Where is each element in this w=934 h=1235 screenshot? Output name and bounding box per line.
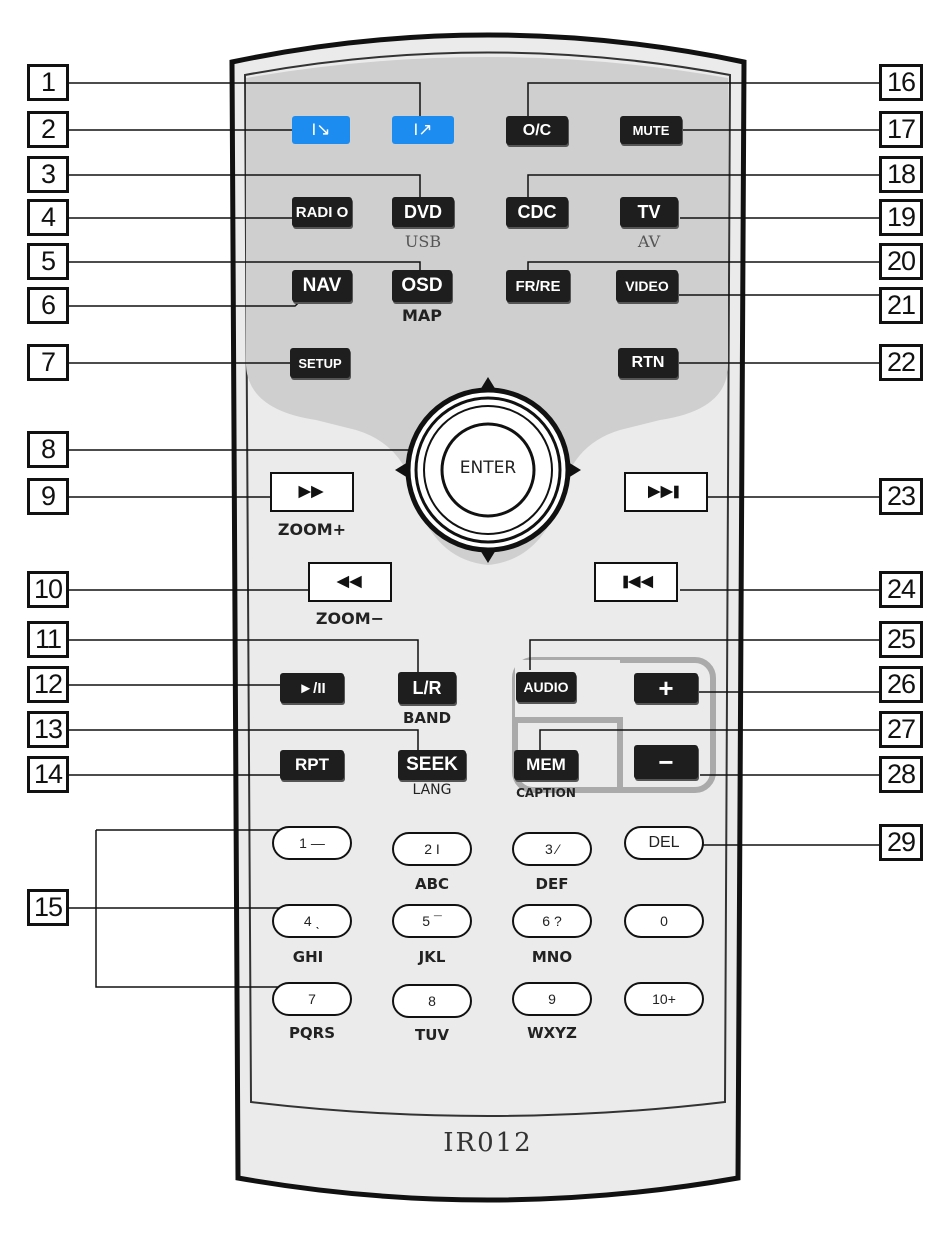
key-3-button[interactable]: 3 ⁄ <box>512 832 592 866</box>
play-pause-button[interactable]: ►/II <box>280 673 344 703</box>
callout-26: 26 <box>879 666 923 703</box>
model-label: IR012 <box>443 1128 533 1158</box>
rewind-button[interactable] <box>308 562 392 602</box>
ghi-label: GHI <box>292 948 324 966</box>
mno-label: MNO <box>531 948 573 966</box>
remote-diagram: ENTER 1 2 3 4 5 6 7 8 9 10 11 12 13 14 1… <box>0 0 934 1235</box>
callout-13: 13 <box>27 711 69 748</box>
key-6-button[interactable]: 6 ? <box>512 904 592 938</box>
rewind-icon <box>336 575 362 589</box>
rpt-button[interactable]: RPT <box>280 750 344 780</box>
callout-4: 4 <box>27 199 69 236</box>
callout-21: 21 <box>879 287 923 324</box>
map-label: MAP <box>401 306 443 325</box>
callout-2: 2 <box>27 111 69 148</box>
callout-23: 23 <box>879 478 923 515</box>
cdc-button[interactable]: CDC <box>506 197 568 227</box>
def-label: DEF <box>535 875 569 893</box>
skip-next-icon <box>648 485 679 499</box>
key-1-button[interactable]: 1 — <box>272 826 352 860</box>
fr-re-button[interactable]: FR/RE <box>506 270 570 302</box>
dvd-button[interactable]: DVD <box>392 197 454 227</box>
key-5-button[interactable]: 5 ¯ <box>392 904 472 938</box>
skip-previous-icon <box>623 575 654 589</box>
mem-button[interactable]: MEM <box>514 750 578 780</box>
tv-button[interactable]: TV <box>620 197 678 227</box>
jkl-label: JKL <box>418 948 446 966</box>
remote-drawing <box>68 32 880 1203</box>
callout-19: 19 <box>879 199 923 236</box>
callout-16: 16 <box>879 64 923 101</box>
band-label: BAND <box>402 709 452 727</box>
mute-button[interactable]: MUTE <box>620 116 682 144</box>
callout-9: 9 <box>27 478 69 515</box>
key-4-button[interactable]: 4 ˎ <box>272 904 352 938</box>
fast-forward-button[interactable] <box>270 472 354 512</box>
minus-button[interactable]: − <box>634 745 698 779</box>
callout-14: 14 <box>27 756 69 793</box>
audio-button[interactable]: AUDIO <box>516 672 576 702</box>
callout-27: 27 <box>879 711 923 748</box>
radio-button[interactable]: RADI O <box>292 197 352 227</box>
setup-button[interactable]: SETUP <box>290 348 350 378</box>
tuv-label: TUV <box>414 1026 450 1044</box>
callout-24: 24 <box>879 571 923 608</box>
callout-25: 25 <box>879 621 923 658</box>
rtn-button[interactable]: RTN <box>618 348 678 378</box>
usb-label: USB <box>404 232 442 251</box>
previous-track-button[interactable] <box>594 562 678 602</box>
callout-28: 28 <box>879 756 923 793</box>
volume-up-button[interactable]: I↗ <box>392 116 454 144</box>
enter-button[interactable]: ENTER <box>448 458 528 478</box>
key-9-button[interactable]: 9 <box>512 982 592 1016</box>
key-0-button[interactable]: 0 <box>624 904 704 938</box>
wxyz-label: WXYZ <box>527 1024 577 1042</box>
callout-20: 20 <box>879 243 923 280</box>
callout-15: 15 <box>27 889 69 926</box>
delete-button[interactable]: DEL <box>624 826 704 860</box>
video-button[interactable]: VIDEO <box>616 270 678 302</box>
seek-button[interactable]: SEEK <box>398 750 466 780</box>
callout-5: 5 <box>27 243 69 280</box>
lr-button[interactable]: L/R <box>398 672 456 704</box>
callout-29: 29 <box>879 824 923 861</box>
av-label: AV <box>637 232 661 251</box>
callout-3: 3 <box>27 156 69 193</box>
callout-18: 18 <box>879 156 923 193</box>
callout-7: 7 <box>27 344 69 381</box>
callout-10: 10 <box>27 571 69 608</box>
key-8-button[interactable]: 8 <box>392 984 472 1018</box>
lang-label: LANG <box>412 782 452 798</box>
caption-label: CAPTION <box>516 786 576 800</box>
callout-6: 6 <box>27 287 69 324</box>
callout-17: 17 <box>879 111 923 148</box>
plus-button[interactable]: + <box>634 673 698 703</box>
next-track-button[interactable] <box>624 472 708 512</box>
key-7-button[interactable]: 7 <box>272 982 352 1016</box>
callout-8: 8 <box>27 431 69 468</box>
pqrs-label: PQRS <box>288 1024 336 1042</box>
open-close-button[interactable]: O/C <box>506 116 568 145</box>
key-2-button[interactable]: 2 I <box>392 832 472 866</box>
nav-button[interactable]: NAV <box>292 270 352 302</box>
zoom-minus-label: ZOOM− <box>315 609 385 628</box>
key-10plus-button[interactable]: 10+ <box>624 982 704 1016</box>
fast-forward-icon <box>298 485 324 499</box>
callout-1: 1 <box>27 64 69 101</box>
callout-11: 11 <box>27 621 69 658</box>
osd-button[interactable]: OSD <box>392 270 452 302</box>
callout-22: 22 <box>879 344 923 381</box>
abc-label: ABC <box>414 875 450 893</box>
zoom-plus-label: ZOOM+ <box>277 520 347 539</box>
volume-down-button[interactable]: I↘ <box>292 116 350 144</box>
callout-12: 12 <box>27 666 69 703</box>
